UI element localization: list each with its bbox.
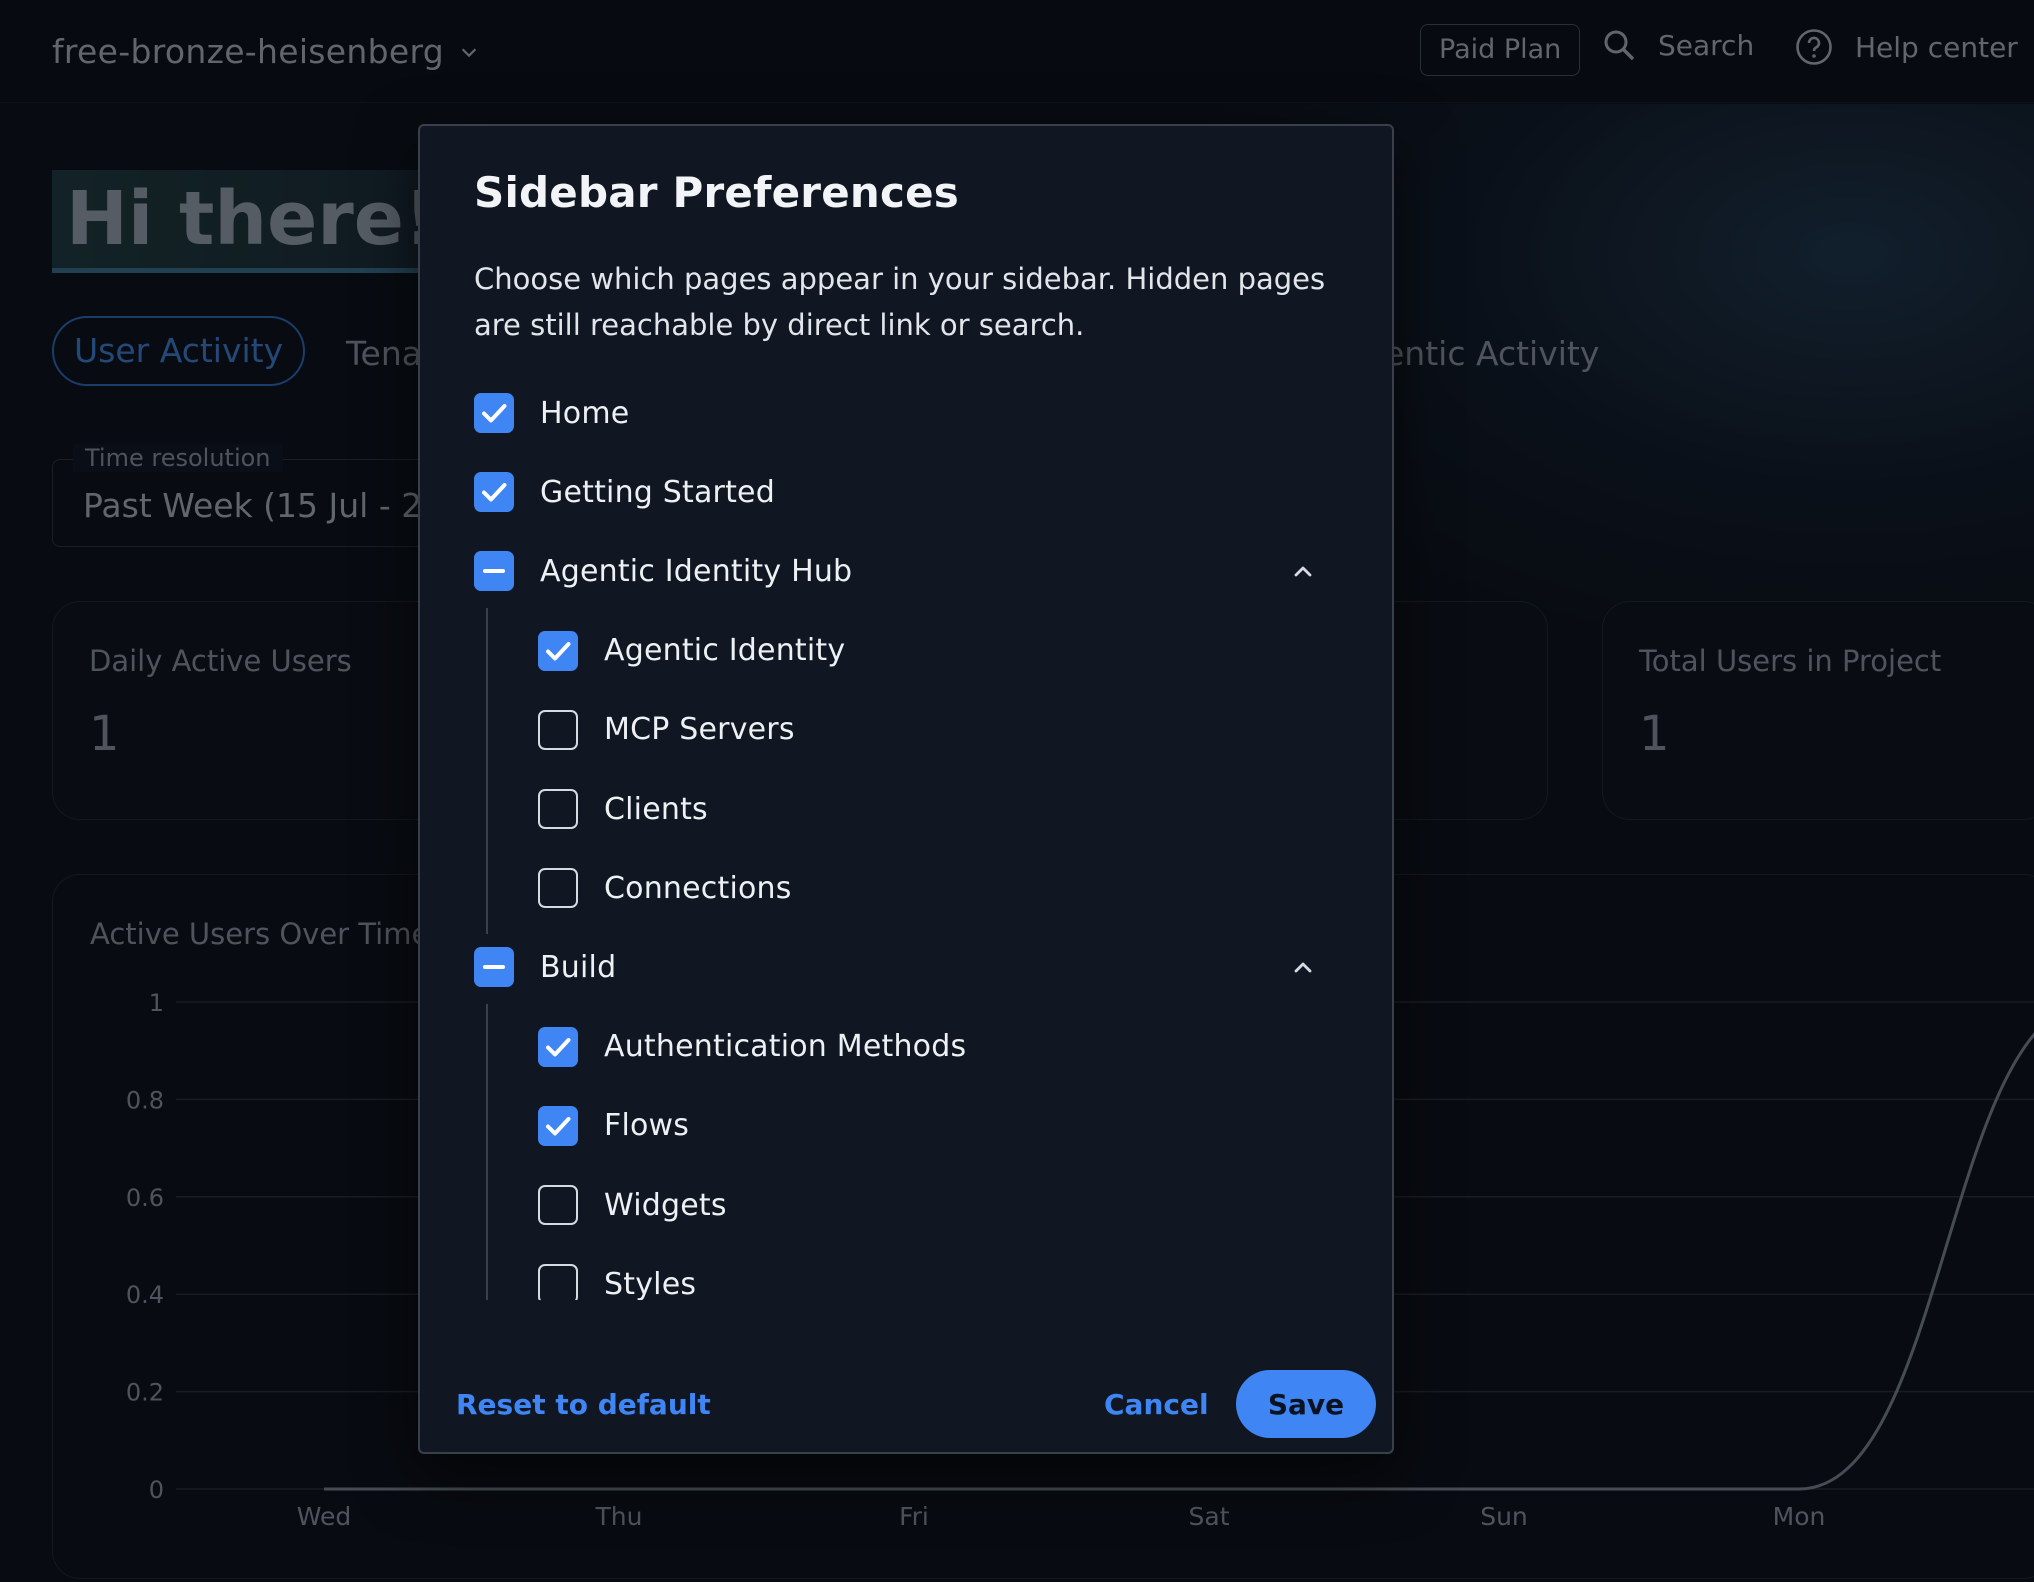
group-indent-line: [486, 1003, 488, 1300]
checkbox-checked[interactable]: [538, 1026, 578, 1067]
pref-item-label: Widgets: [604, 1187, 727, 1223]
minus-icon: [483, 569, 505, 574]
checkbox-checked[interactable]: [474, 393, 514, 433]
pref-item-authentication-methods[interactable]: Authentication Methods: [538, 1022, 966, 1072]
group-indent-line: [486, 607, 488, 935]
pref-item-label: MCP Servers: [604, 712, 795, 748]
sidebar-preferences-dialog: Sidebar Preferences Choose which pages a…: [418, 124, 1394, 1454]
pref-item-label: Home: [540, 395, 630, 431]
dialog-title: Sidebar Preferences: [474, 168, 959, 217]
chevron-up-icon[interactable]: [1288, 952, 1318, 982]
checkbox-unchecked[interactable]: [538, 789, 578, 829]
save-button[interactable]: Save: [1236, 1370, 1376, 1438]
reset-to-default-button[interactable]: Reset to default: [456, 1388, 711, 1421]
checkmark-icon: [482, 404, 507, 423]
checkmark-icon: [546, 1037, 571, 1057]
pref-item-getting-started[interactable]: Getting Started: [474, 467, 775, 517]
pref-item-clients[interactable]: Clients: [538, 784, 708, 834]
checkbox-unchecked[interactable]: [538, 1185, 578, 1225]
pref-item-mcp-servers[interactable]: MCP Servers: [538, 705, 795, 755]
checkmark-icon: [546, 1116, 571, 1136]
minus-icon: [483, 965, 505, 970]
pref-item-widgets[interactable]: Widgets: [538, 1180, 727, 1230]
pref-item-label: Flows: [604, 1108, 690, 1144]
pref-item-label: Build: [540, 949, 617, 985]
checkmark-icon: [546, 641, 571, 661]
checkbox-checked[interactable]: [474, 472, 514, 513]
pref-item-flows[interactable]: Flows: [538, 1101, 689, 1151]
pref-item-build[interactable]: Build: [474, 942, 616, 992]
pref-item-label: Clients: [604, 791, 708, 827]
pref-item-label: Connections: [604, 870, 792, 906]
checkbox-checked[interactable]: [538, 1105, 578, 1146]
pref-item-label: Agentic Identity Hub: [540, 553, 853, 589]
checkbox-unchecked[interactable]: [538, 1264, 578, 1300]
checkbox-indeterminate[interactable]: [474, 551, 514, 592]
pref-item-label: Styles: [604, 1266, 697, 1300]
chevron-up-icon[interactable]: [1288, 556, 1318, 586]
dialog-footer: Reset to default Cancel Save: [420, 1346, 1396, 1454]
checkmark-icon: [482, 483, 507, 502]
pref-item-label: Authentication Methods: [604, 1029, 967, 1065]
pref-item-agentic-identity[interactable]: Agentic Identity: [538, 626, 845, 676]
checkbox-indeterminate[interactable]: [474, 947, 514, 988]
pref-item-home[interactable]: Home: [474, 388, 629, 438]
checkbox-unchecked[interactable]: [538, 868, 578, 909]
preferences-list[interactable]: Home Getting Started Agentic Identity Hub A…: [474, 388, 1354, 1300]
checkbox-checked[interactable]: [538, 630, 578, 671]
pref-item-label: Agentic Identity: [604, 633, 846, 669]
pref-item-styles[interactable]: Styles: [538, 1259, 696, 1300]
cancel-button[interactable]: Cancel: [1104, 1388, 1209, 1421]
pref-item-agentic-identity-hub[interactable]: Agentic Identity Hub: [474, 546, 852, 596]
dialog-description: Choose which pages appear in your sideba…: [474, 262, 1326, 342]
checkbox-unchecked[interactable]: [538, 709, 578, 750]
pref-item-label: Getting Started: [540, 474, 775, 510]
pref-item-connections[interactable]: Connections: [538, 863, 792, 913]
